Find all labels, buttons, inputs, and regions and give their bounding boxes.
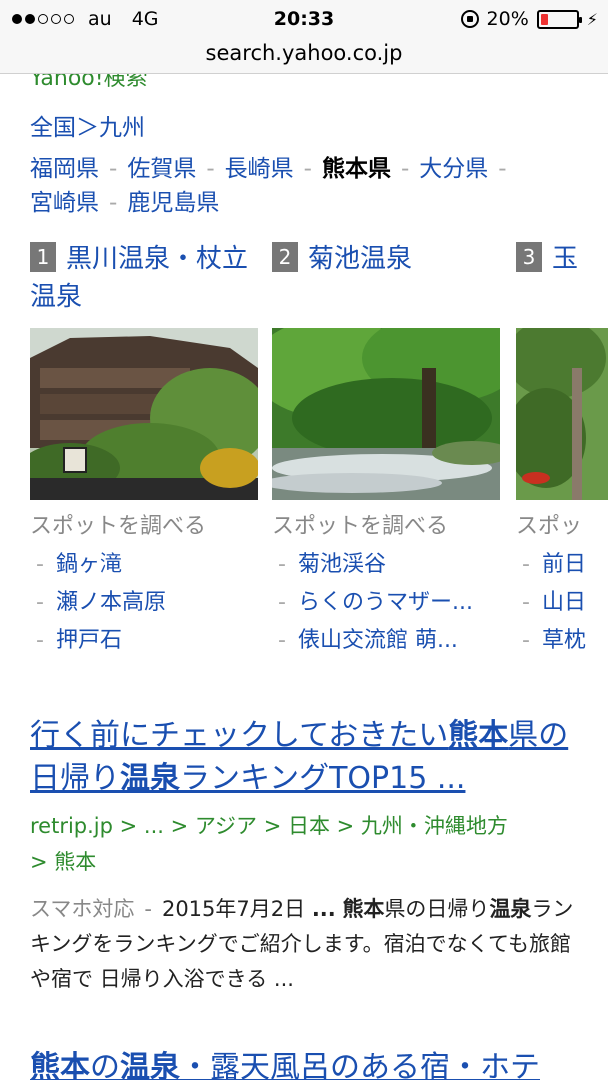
- onsen-card[interactable]: 2 菊池温泉 スポットを調べる - 菊池渓谷 - らくのうマザー... - 俵山…: [272, 240, 500, 653]
- separator: -: [109, 190, 118, 216]
- spot-link[interactable]: - 菊池渓谷: [272, 546, 500, 584]
- battery-percent: 20%: [486, 8, 529, 30]
- spot-section-header: スポッ: [516, 514, 583, 539]
- spot-section-header: スポットを調べる: [30, 514, 207, 539]
- onsen-name-link[interactable]: 玉: [552, 244, 578, 274]
- spot-link[interactable]: - 前日: [516, 546, 608, 584]
- onsen-photo[interactable]: [30, 328, 258, 500]
- spot-link[interactable]: - 草枕: [516, 622, 608, 660]
- onsen-card-title[interactable]: 2 菊池温泉: [272, 240, 500, 278]
- spot-link[interactable]: - 俵山交流館 萌...: [272, 622, 500, 660]
- prefecture-link-nagasaki[interactable]: 長崎県: [225, 156, 294, 182]
- prefecture-nav: 福岡県 - 佐賀県 - 長崎県 - 熊本県 - 大分県 - 宮崎県 - 鹿児島県: [30, 152, 578, 220]
- status-bar: au 4G 20:33 20% ⚡: [0, 0, 608, 40]
- onsen-card[interactable]: 3玉 スポッ - 前日 - 山日 - 草枕: [516, 240, 608, 653]
- mobile-friendly-label: スマホ対応: [30, 897, 135, 921]
- spot-link[interactable]: - 瀬ノ本高原: [30, 584, 258, 622]
- rotation-lock-icon: [460, 10, 479, 28]
- spot-link[interactable]: - 押戸石: [30, 622, 258, 660]
- separator: -: [206, 156, 215, 182]
- spot-link[interactable]: - 山日: [516, 584, 608, 622]
- separator: -: [109, 156, 118, 182]
- onsen-card-title[interactable]: 1 黒川温泉・杖立温泉: [30, 240, 258, 316]
- spot-list: - 鍋ヶ滝 - 瀬ノ本高原 - 押戸石: [30, 546, 258, 660]
- rank-badge: 3: [516, 242, 542, 272]
- prefecture-link-miyazaki[interactable]: 宮崎県: [30, 190, 99, 216]
- spot-link[interactable]: - 鍋ヶ滝: [30, 546, 258, 584]
- rank-badge: 2: [272, 242, 298, 272]
- result-url-breadcrumb[interactable]: retrip.jp > ... > アジア > 日本 > 九州・沖縄地方 > 熊本: [30, 808, 590, 880]
- prefecture-link-oita[interactable]: 大分県: [419, 156, 488, 182]
- onsen-card-title[interactable]: 3玉: [516, 240, 608, 278]
- rank-badge: 1: [30, 242, 56, 272]
- onsen-photo[interactable]: [516, 328, 608, 500]
- battery-icon: [536, 9, 582, 29]
- prefecture-link-fukuoka[interactable]: 福岡県: [30, 156, 99, 182]
- onsen-photo[interactable]: [272, 328, 500, 500]
- spot-list: - 前日 - 山日 - 草枕: [516, 546, 608, 660]
- url-domain: search.yahoo.co.jp: [205, 41, 403, 65]
- separator: -: [498, 156, 507, 182]
- result-title-link[interactable]: 熊本の温泉・露天風呂のある宿・ホテ: [30, 1046, 590, 1080]
- search-brand-label[interactable]: Yahoo!検索: [30, 74, 148, 92]
- prefecture-current-kumamoto: 熊本県: [321, 156, 391, 182]
- result-date: 2015年7月2日: [161, 897, 306, 921]
- onsen-carousel[interactable]: 1 黒川温泉・杖立温泉 スポットを調べる - 鍋ヶ滝 - 瀬ノ本高原 - 押戸石…: [30, 240, 608, 670]
- separator: -: [303, 156, 312, 182]
- status-right: 20% ⚡: [460, 8, 598, 30]
- separator: -: [400, 156, 410, 182]
- url-bar[interactable]: search.yahoo.co.jp: [0, 36, 608, 74]
- charging-bolt-icon: ⚡: [586, 9, 598, 29]
- prefecture-link-kagoshima[interactable]: 鹿児島県: [127, 190, 219, 216]
- onsen-name-link[interactable]: 黒川温泉・杖立温泉: [30, 244, 248, 312]
- result-snippet: スマホ対応 -2015年7月2日 ... 熊本県の日帰り温泉ランキングをランキング…: [30, 897, 574, 991]
- page-content: Yahoo!検索 全国＞九州 福岡県 - 佐賀県 - 長崎県 - 熊本県 - 大分県 - 宮崎県 - 鹿…: [0, 74, 608, 1080]
- result-title-link[interactable]: 行く前にチェックしておきたい熊本県の日帰り温泉ランキングTOP15 ...: [30, 714, 590, 800]
- onsen-name-link[interactable]: 菊池温泉: [308, 244, 412, 274]
- onsen-card[interactable]: 1 黒川温泉・杖立温泉 スポットを調べる - 鍋ヶ滝 - 瀬ノ本高原 - 押戸石: [30, 240, 258, 653]
- spot-link[interactable]: - らくのうマザー...: [272, 584, 500, 622]
- prefecture-link-saga[interactable]: 佐賀県: [127, 156, 196, 182]
- region-breadcrumb[interactable]: 全国＞九州: [30, 108, 145, 142]
- spot-list: - 菊池渓谷 - らくのうマザー... - 俵山交流館 萌...: [272, 546, 500, 660]
- spot-section-header: スポットを調べる: [272, 514, 449, 539]
- search-result: 行く前にチェックしておきたい熊本県の日帰り温泉ランキングTOP15 ... re…: [30, 714, 590, 997]
